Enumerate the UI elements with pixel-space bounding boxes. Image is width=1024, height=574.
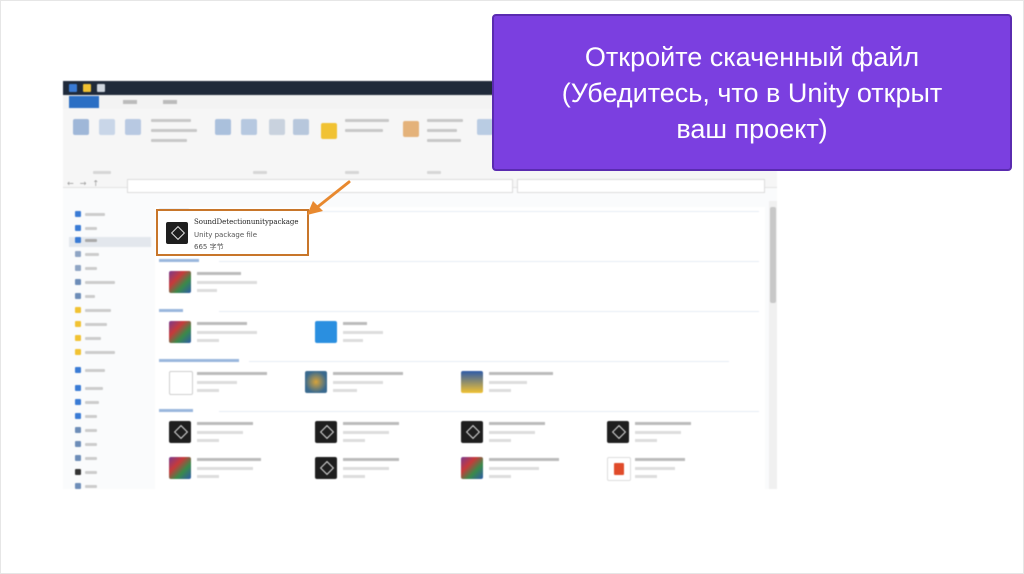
sidebar-item[interactable] [75,307,115,317]
file-item[interactable] [607,421,747,449]
instruction-callout: Откройте скаченный файл (Убедитесь, что … [492,14,1012,171]
sidebar-item[interactable] [75,441,101,451]
pointer-arrow-icon [307,180,351,215]
unity-package-icon [166,222,188,244]
archive-icon [169,321,191,343]
history-option[interactable] [427,139,461,142]
callout-line-3: ваш проект) [676,113,828,144]
window-icon [69,84,77,92]
file-item[interactable] [169,321,309,349]
callout-line-2: (Убедитесь, что в Unity открыт [561,77,943,108]
group-header [159,407,759,414]
sidebar-item[interactable] [75,427,101,437]
move-to-icon[interactable] [215,119,231,135]
menu-file[interactable] [69,96,99,108]
sidebar-item[interactable] [75,455,101,465]
scrollbar-thumb[interactable] [770,207,776,303]
folder-icon [83,84,91,92]
game-icon [305,371,327,393]
paste-icon[interactable] [125,119,141,135]
unity-package-icon [607,421,629,443]
file-type: Unity package file [194,231,258,239]
file-item[interactable] [305,371,445,399]
file-item[interactable] [169,371,309,399]
select-all-icon[interactable] [477,119,493,135]
archive-icon [169,271,191,293]
easy-access-option[interactable] [345,129,383,132]
callout-line-1: Откройте скаченный файл [584,41,920,72]
sidebar-item[interactable] [75,335,105,345]
paste-shortcut-option[interactable] [151,139,187,142]
sidebar-item[interactable] [75,293,99,303]
document-icon [169,371,193,395]
unity-package-icon [315,421,337,443]
edit-option[interactable] [427,129,457,132]
scrollbar[interactable] [769,201,777,489]
menu-share[interactable] [163,100,177,104]
file-item[interactable] [461,421,601,449]
archive-icon [169,457,191,479]
ribbon-group-label [345,171,359,174]
group-header [159,357,729,364]
file-item[interactable] [315,321,455,349]
file-item[interactable] [461,457,601,485]
file-item[interactable] [169,271,309,299]
unity-package-icon [461,421,483,443]
nav-arrows-icon[interactable]: ←→↑ [67,179,105,188]
new-item-option[interactable] [345,119,389,122]
file-name: SoundDetectionunitypackage [194,218,299,226]
file-size: 665 字节 [194,243,224,251]
app-icon [315,321,337,343]
sidebar-item-downloads[interactable] [69,237,151,247]
sidebar-item[interactable] [75,385,107,395]
sidebar-item[interactable] [75,483,101,489]
sidebar-item[interactable] [75,469,101,479]
open-option[interactable] [427,119,463,122]
navigation-pane [69,207,151,489]
unity-package-icon [315,457,337,479]
cut-option[interactable] [151,119,191,122]
sidebar-item[interactable] [75,321,111,331]
sidebar-item[interactable] [75,349,119,359]
sidebar-item[interactable] [75,279,119,289]
unity-package-icon [169,421,191,443]
file-item[interactable] [315,457,455,485]
file-item[interactable] [315,421,455,449]
ribbon-group-label [93,171,111,174]
file-item[interactable] [169,457,309,485]
pdf-icon [607,457,631,481]
group-header [159,307,759,314]
quick-access-icon [97,84,105,92]
file-item[interactable] [461,371,601,399]
sidebar-item[interactable] [75,413,101,423]
slide: ←→↑ SoundDetectionunitypackage Unity pac… [0,0,1024,574]
copy-path-option[interactable] [151,129,197,132]
address-row: ←→↑ [63,179,777,193]
copy-to-icon[interactable] [241,119,257,135]
highlighted-file-item[interactable]: SoundDetectionunitypackage Unity package… [156,209,309,256]
sidebar-item[interactable] [75,367,109,377]
sidebar-item[interactable] [75,225,101,235]
ribbon-group-label [253,171,267,174]
file-item[interactable] [607,457,747,485]
new-folder-icon[interactable] [321,123,337,139]
archive-icon [461,457,483,479]
menu-home[interactable] [123,100,137,104]
search-box[interactable] [517,179,765,193]
sidebar-item[interactable] [75,251,103,261]
delete-icon[interactable] [269,119,285,135]
ribbon-group-label [427,171,441,174]
properties-icon[interactable] [403,121,419,137]
rename-icon[interactable] [293,119,309,135]
image-icon [461,371,483,393]
file-item[interactable] [169,421,309,449]
pin-icon[interactable] [73,119,89,135]
sidebar-item[interactable] [75,399,103,409]
copy-icon[interactable] [99,119,115,135]
sidebar-item[interactable] [75,265,101,275]
sidebar-item[interactable] [75,211,109,221]
group-header [159,257,759,264]
